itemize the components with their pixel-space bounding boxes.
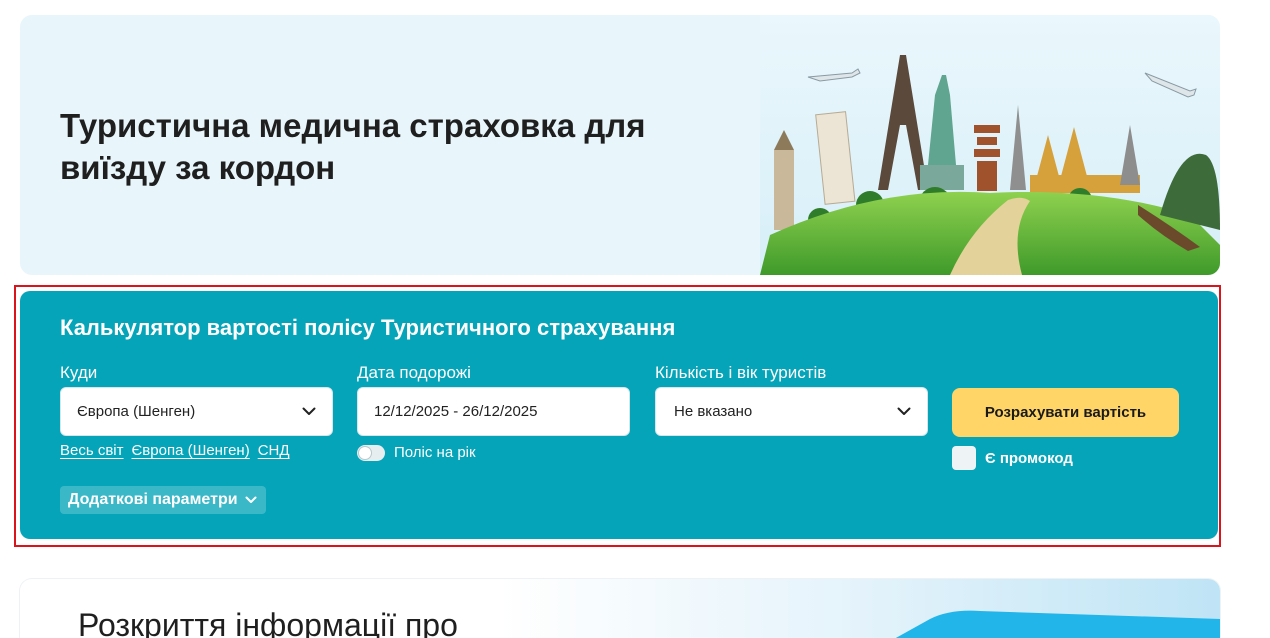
chevron-down-icon	[302, 405, 316, 419]
promo-code-row: Є промокод	[952, 446, 1073, 470]
quick-link-world[interactable]: Весь світ	[60, 442, 124, 459]
quick-link-schengen[interactable]: Європа (Шенген)	[132, 442, 250, 459]
calculator-title: Калькулятор вартості полісу Туристичного…	[60, 315, 676, 340]
tourists-label: Кількість і вік туристів	[655, 363, 827, 382]
chevron-down-icon	[897, 405, 911, 419]
promo-code-label: Є промокод	[985, 449, 1073, 467]
chevron-down-icon	[244, 493, 258, 507]
trip-dates-input[interactable]: 12/12/2025 - 26/12/2025	[357, 387, 630, 436]
annual-policy-toggle[interactable]	[357, 444, 385, 461]
hero-banner: Туристична медична страховка для виїзду …	[20, 15, 1220, 275]
trip-dates-label: Дата подорожі	[357, 363, 471, 382]
extra-params-button[interactable]: Додаткові параметри	[60, 486, 266, 514]
calculate-price-button[interactable]: Розрахувати вартість	[952, 388, 1179, 437]
destination-value: Європа (Шенген)	[77, 403, 196, 420]
promo-code-checkbox[interactable]	[952, 446, 976, 470]
quick-link-cis[interactable]: СНД	[258, 442, 290, 459]
info-disclosure-card: Розкриття інформації про	[20, 579, 1220, 638]
tourists-value: Не вказано	[674, 403, 753, 420]
tourists-select[interactable]: Не вказано	[655, 387, 928, 436]
decorative-shape-icon	[895, 610, 1220, 638]
annual-policy-toggle-row: Поліс на рік	[357, 444, 476, 461]
info-title: Розкриття інформації про	[78, 607, 458, 638]
destination-label: Куди	[60, 363, 98, 382]
insurance-calculator: Калькулятор вартості полісу Туристичного…	[20, 291, 1218, 539]
destination-quick-links: Весь світ Європа (Шенген) СНД	[60, 442, 290, 459]
trip-dates-value: 12/12/2025 - 26/12/2025	[374, 403, 538, 420]
annual-policy-label: Поліс на рік	[394, 444, 476, 461]
page-title: Туристична медична страховка для виїзду …	[60, 107, 646, 186]
extra-params-label: Додаткові параметри	[68, 491, 238, 508]
destination-select[interactable]: Європа (Шенген)	[60, 387, 333, 436]
travel-landmarks-illustration-icon	[760, 15, 1220, 275]
